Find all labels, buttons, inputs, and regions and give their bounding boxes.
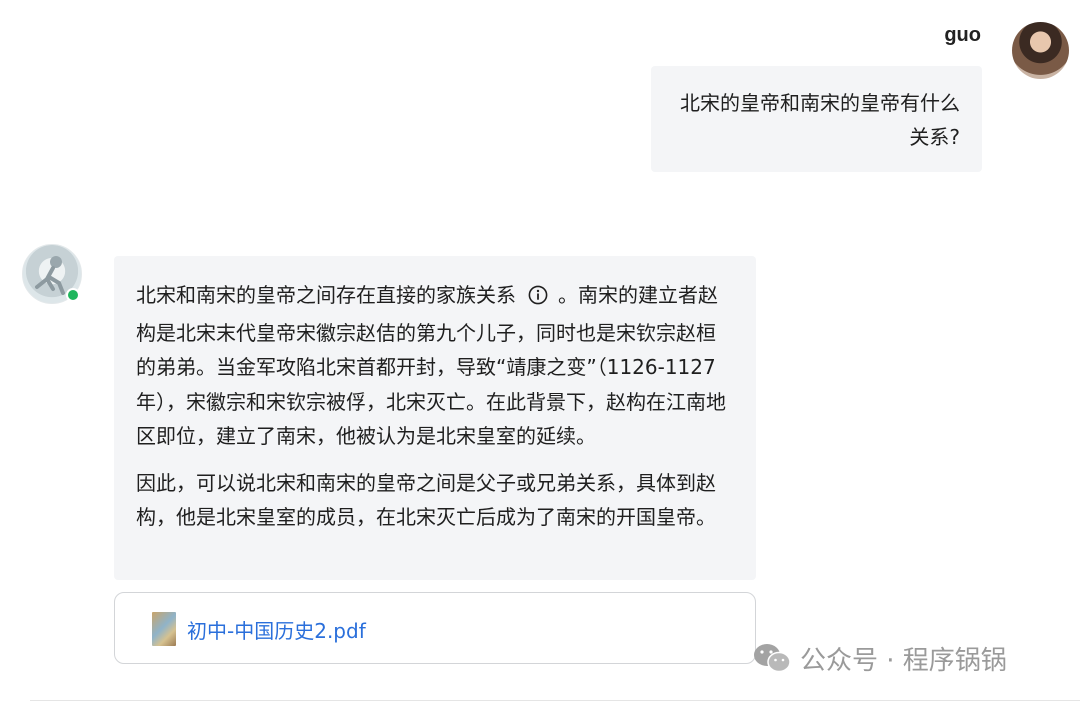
user-avatar[interactable] <box>1012 22 1069 79</box>
assistant-paragraph-1-rest: 。南宋的建立者赵构是北宋末代皇帝宋徽宗赵佶的第九个儿子，同时也是宋钦宗赵桓的弟弟… <box>136 283 726 448</box>
assistant-paragraph-1-start: 北宋和南宋的皇帝之间存在直接的家族关系 <box>136 283 516 307</box>
pdf-attachment-card[interactable]: 初中-中国历史2.pdf <box>114 592 756 664</box>
user-message-bubble: 北宋的皇帝和南宋的皇帝有什么关系? <box>651 66 982 172</box>
watermark: 公众号 · 程序锅锅 <box>752 640 1007 676</box>
assistant-paragraph-1: 北宋和南宋的皇帝之间存在直接的家族关系 。南宋的建立者赵构是北宋末代皇帝宋徽宗赵佶… <box>136 278 732 454</box>
user-name: guo <box>944 24 981 46</box>
assistant-message-bubble: 北宋和南宋的皇帝之间存在直接的家族关系 。南宋的建立者赵构是北宋末代皇帝宋徽宗赵佶… <box>114 256 756 580</box>
online-status-dot <box>66 288 80 302</box>
info-circle-icon[interactable] <box>528 281 548 316</box>
user-message-text: 北宋的皇帝和南宋的皇帝有什么关系? <box>680 91 960 149</box>
pdf-file-link[interactable]: 初中-中国历史2.pdf <box>187 615 366 644</box>
assistant-paragraph-2: 因此，可以说北宋和南宋的皇帝之间是父子或兄弟关系，具体到赵构，他是北宋皇室的成员… <box>136 470 716 530</box>
pdf-thumbnail-icon <box>152 612 176 646</box>
watermark-text: 公众号 · 程序锅锅 <box>800 645 1007 676</box>
wechat-icon <box>754 644 791 673</box>
